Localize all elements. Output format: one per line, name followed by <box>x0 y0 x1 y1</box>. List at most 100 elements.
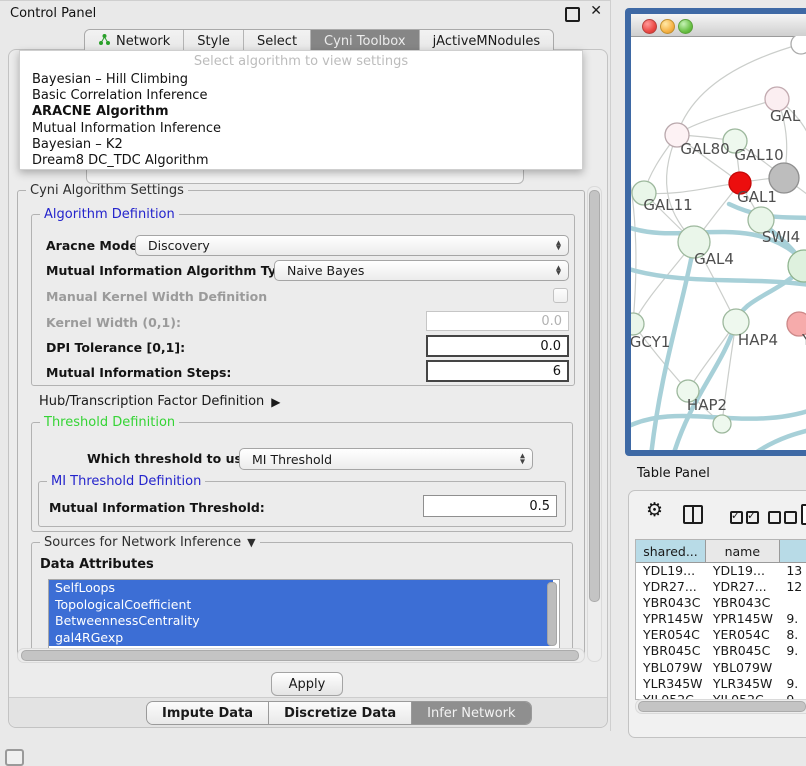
sources-title-row[interactable]: Sources for Network Inference ▼ <box>40 535 260 550</box>
algorithm-options-list: Bayesian – Hill ClimbingBasic Correlatio… <box>20 72 582 169</box>
algorithm-option[interactable]: ARACNE Algorithm <box>20 104 582 120</box>
kernel-width-label: Kernel Width (0,1): <box>46 315 181 330</box>
network-node[interactable] <box>791 36 806 54</box>
checked-boxes-icon[interactable] <box>730 511 743 524</box>
attribute-item[interactable]: TopologicalCoefficient <box>49 597 553 614</box>
table-cell: 8. <box>779 627 806 643</box>
attributes-scrollbar[interactable] <box>547 582 557 646</box>
expanded-arrow-icon: ▼ <box>247 536 255 549</box>
network-edge[interactable] <box>644 183 740 194</box>
hub-definition-label: Hub/Transcription Factor Definition <box>39 394 264 409</box>
node-label: GAL <box>770 107 801 125</box>
node-label: GAL80 <box>680 140 729 158</box>
settings-horizontal-scrollbar-thumb[interactable] <box>21 650 579 661</box>
table-cell: YLR345W <box>636 676 706 692</box>
control-panel-title: Control Panel <box>10 6 96 21</box>
column-header[interactable]: shared... <box>636 540 706 562</box>
attribute-item[interactable]: BetweennessCentrality <box>49 613 553 630</box>
mi-algorithm-type-combo[interactable]: Naive Bayes ▲▼ <box>274 260 569 281</box>
table-body: YDL19...YDL19...13YDR27...YDR27...12YBR0… <box>636 563 806 700</box>
which-threshold-combo[interactable]: MI Threshold ▲▼ <box>239 448 533 470</box>
table-cell: YBR045C <box>636 643 706 659</box>
table-row[interactable]: YBL079WYBL079W <box>636 660 806 676</box>
checked-boxes-icon[interactable] <box>746 511 759 524</box>
unchecked-boxes-icon[interactable] <box>784 511 797 524</box>
close-traffic-light[interactable] <box>642 19 657 34</box>
threshold-definition-title: Threshold Definition <box>40 415 179 430</box>
table-cell: 12 <box>779 579 806 595</box>
mi-threshold-group: MI Threshold Definition Mutual Informati… <box>38 481 566 527</box>
unchecked-boxes-icon[interactable] <box>768 511 781 524</box>
table-row[interactable]: YDL19...YDL19...13 <box>636 563 806 579</box>
threshold-definition-group: Threshold Definition Which threshold to … <box>31 422 573 532</box>
network-window-titlebar[interactable] <box>631 14 806 37</box>
table-cell: YDL19... <box>636 563 706 579</box>
node-table: shared...name YDL19...YDL19...13YDR27...… <box>635 539 806 700</box>
mi-steps-label: Mutual Information Steps: <box>46 365 231 380</box>
bottom-tab-bar: Impute DataDiscretize DataInfer Network <box>146 701 532 725</box>
column-header[interactable]: name <box>706 540 780 562</box>
apply-button[interactable]: Apply <box>271 672 343 696</box>
algorithm-option[interactable]: Bayesian – K2 <box>20 137 582 153</box>
network-edge[interactable] <box>677 99 777 135</box>
settings-vertical-scrollbar[interactable] <box>587 186 602 662</box>
tab-label: Style <box>197 34 230 49</box>
manual-kernel-checkbox[interactable] <box>553 288 568 303</box>
attribute-item[interactable]: gal4RGexp <box>49 630 553 647</box>
document-icon[interactable] <box>801 504 806 525</box>
algorithm-option[interactable]: Mutual Information Inference <box>20 121 582 137</box>
table-horizontal-scrollbar[interactable] <box>635 699 806 712</box>
minimize-traffic-light[interactable] <box>660 19 675 34</box>
tab-impute-data[interactable]: Impute Data <box>147 702 268 724</box>
close-icon[interactable]: ✕ <box>590 3 602 19</box>
node-label: GAL4 <box>694 250 734 268</box>
network-edge[interactable] <box>631 156 636 324</box>
float-window-icon[interactable] <box>565 7 580 22</box>
table-row[interactable]: YLR345WYLR345W9. <box>636 676 806 692</box>
kernel-width-field[interactable]: 0.0 <box>426 311 569 331</box>
table-row[interactable]: YER054CYER054C8. <box>636 627 806 643</box>
mi-threshold-field[interactable]: 0.5 <box>423 495 557 517</box>
algorithm-combo-placeholder[interactable]: Select algorithm to view settings <box>20 54 582 69</box>
which-threshold-label: Which threshold to use: <box>87 451 255 466</box>
dpi-tolerance-field[interactable]: 0.0 <box>426 335 569 357</box>
column-header[interactable] <box>780 540 806 562</box>
cyni-toolbox-panel: Select algorithm to view settings Bayesi… <box>8 49 608 728</box>
table-row[interactable]: YBR043CYBR043C <box>636 595 806 611</box>
split-columns-icon[interactable] <box>683 505 703 524</box>
table-cell: YER054C <box>706 627 779 643</box>
node-label: SWI4 <box>762 228 800 246</box>
hub-definition-toggle[interactable]: Hub/Transcription Factor Definition ▶ <box>39 394 281 409</box>
algorithm-option[interactable]: Dream8 DC_TDC Algorithm <box>20 153 582 169</box>
settings-horizontal-scrollbar[interactable] <box>17 648 585 663</box>
algorithm-option[interactable]: Basic Correlation Inference <box>20 88 582 104</box>
network-canvas[interactable]: GALGAL80GAL10GAL1GAL11SWI4GAL4GCY1HAP4YH… <box>631 36 806 450</box>
tab-infer-network[interactable]: Infer Network <box>411 702 530 724</box>
sources-group: Sources for Network Inference ▼ Data Att… <box>31 542 573 657</box>
status-corner-icon[interactable] <box>5 749 24 766</box>
zoom-traffic-light[interactable] <box>678 19 693 34</box>
network-view-window: GALGAL80GAL10GAL1GAL11SWI4GAL4GCY1HAP4YH… <box>625 8 806 456</box>
algorithm-option[interactable]: Bayesian – Hill Climbing <box>20 72 582 88</box>
settings-vertical-scrollbar-thumb[interactable] <box>589 190 600 602</box>
table-horizontal-scrollbar-thumb[interactable] <box>638 701 806 712</box>
stepper-icon: ▲▼ <box>520 454 525 465</box>
table-cell: YBR043C <box>636 595 706 611</box>
gear-icon[interactable]: ⚙ <box>646 499 663 521</box>
tab-label: jActiveMNodules <box>433 34 541 49</box>
stepper-icon: ▲▼ <box>556 240 561 251</box>
table-cell: YBL079W <box>636 660 706 676</box>
aracne-mode-combo[interactable]: Discovery ▲▼ <box>135 235 569 256</box>
algorithm-select-popup: Select algorithm to view settings Bayesi… <box>19 50 583 170</box>
table-row[interactable]: YBR045CYBR045C9. <box>636 643 806 659</box>
table-cell: 9. <box>779 676 806 692</box>
table-row[interactable]: YPR145WYPR145W9. <box>636 611 806 627</box>
tab-discretize-data[interactable]: Discretize Data <box>268 702 411 724</box>
collapsed-arrow-icon: ▶ <box>271 395 280 409</box>
mi-steps-field[interactable]: 6 <box>426 360 569 382</box>
network-node[interactable] <box>631 313 644 335</box>
table-row[interactable]: YDR27...YDR27...12 <box>636 579 806 595</box>
network-edge[interactable] <box>751 426 806 450</box>
attribute-item[interactable]: SelfLoops <box>49 580 553 597</box>
network-node[interactable] <box>713 415 731 433</box>
